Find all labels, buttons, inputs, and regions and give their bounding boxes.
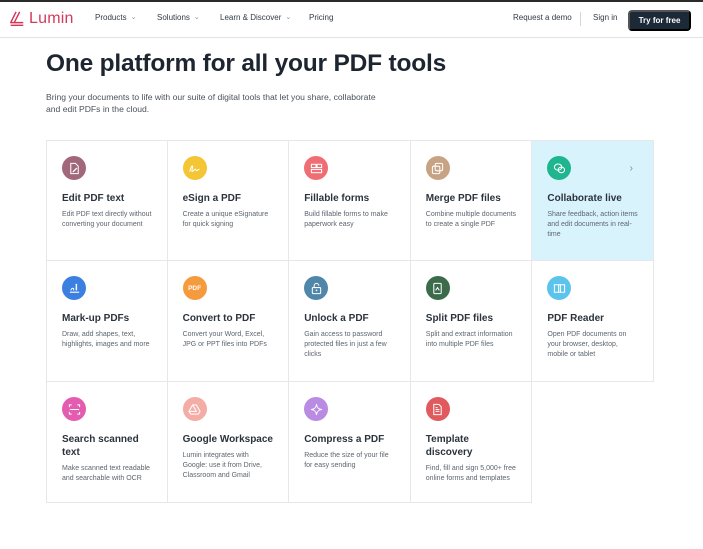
- tool-title: Search scanned text: [62, 434, 139, 458]
- nav-pricing-label: Pricing: [309, 13, 334, 22]
- scan-icon: [62, 397, 86, 421]
- tool-title: PDF Reader: [547, 313, 605, 324]
- tool-title: Edit PDF text: [62, 193, 125, 204]
- chevron-down-icon: ⌄: [285, 13, 292, 21]
- tool-description: Reduce the size of your file for easy se…: [304, 452, 389, 469]
- tool-card-esign-a-pdf[interactable]: eSign a PDF Create a unique eSignature fo…: [167, 140, 290, 261]
- tool-card-collaborate-live[interactable]: Collaborate live Share feedback, action i…: [532, 140, 654, 261]
- tool-card-merge-pdf-files[interactable]: Merge PDF files Combine multiple document…: [410, 140, 533, 261]
- brand-logo[interactable]: Lumin: [8, 10, 74, 28]
- tool-title: Compress a PDF: [304, 434, 385, 445]
- tool-description: Find, fill and sign 5,000+ free online f…: [425, 465, 516, 482]
- tool-card-template-discovery[interactable]: Template discovery Find, fill and sign 5,…: [410, 382, 533, 503]
- google-drive-icon: [182, 397, 207, 421]
- markup-icon: [62, 276, 86, 300]
- tool-description: Lumin integrates with Google: use it fro…: [182, 452, 262, 479]
- signature-icon: [182, 156, 207, 180]
- tool-title: eSign a PDF: [182, 193, 241, 204]
- tool-description: Edit PDF text directly without convertin…: [62, 211, 152, 228]
- page-subtitle: Bring your documents to life with our su…: [46, 92, 376, 114]
- tool-title: Fillable forms: [304, 193, 370, 204]
- nav-products-label: Products: [95, 13, 127, 22]
- tool-description: Share feedback, action items and edit do…: [547, 211, 638, 238]
- tool-card-edit-pdf-text[interactable]: Edit PDF text Edit PDF text directly with…: [46, 140, 168, 261]
- nav-learn-discover[interactable]: Learn & Discover ⌄: [220, 13, 291, 22]
- page-title: One platform for all your PDF tools: [46, 50, 447, 77]
- unlock-icon: [304, 276, 329, 300]
- tool-card-google-workspace[interactable]: Google Workspace Lumin integrates with Go…: [167, 382, 290, 503]
- tool-card-split-pdf-files[interactable]: Split PDF files Split and extract informa…: [410, 261, 533, 382]
- tool-card-convert-to-pdf[interactable]: PDF Convert to PDF Convert your Word, Exce…: [167, 261, 290, 382]
- tool-description: Make scanned text readable and searchabl…: [62, 465, 150, 482]
- template-icon: [425, 397, 450, 421]
- tool-title: Split PDF files: [425, 313, 494, 324]
- tool-description: Build fillable forms to make paperwork e…: [304, 211, 388, 228]
- nav-pricing[interactable]: Pricing: [309, 13, 333, 22]
- tools-grid: Edit PDF text Edit PDF text directly with…: [46, 140, 654, 503]
- tool-title: Google Workspace: [182, 434, 273, 445]
- tool-title: Merge PDF files: [425, 193, 501, 204]
- tool-card-mark-up-pdfs[interactable]: Mark-up PDFs Draw, add shapes, text, high…: [46, 261, 168, 382]
- tool-description: Convert your Word, Excel, JPG or PPT fil…: [182, 331, 267, 348]
- tool-card-fillable-forms[interactable]: Fillable forms Build fillable forms to ma…: [289, 140, 411, 261]
- book-icon: [547, 276, 572, 300]
- chat-bubbles-icon: [547, 156, 572, 180]
- pdf-convert-icon: PDF: [182, 276, 207, 300]
- request-demo-link[interactable]: Request a demo: [513, 13, 572, 22]
- brand-name: Lumin: [29, 10, 74, 27]
- nav-solutions[interactable]: Solutions ⌄: [157, 13, 200, 22]
- tool-card-search-scanned-text[interactable]: Search scanned text Make scanned text rea…: [46, 382, 168, 503]
- icon-label: PDF: [188, 284, 202, 292]
- tool-title: Collaborate live: [547, 193, 622, 204]
- nav-solutions-label: Solutions: [157, 13, 190, 22]
- sparkle-icon: [304, 397, 329, 421]
- tool-description: Gain access to password protected files …: [304, 331, 387, 358]
- tool-description: Draw, add shapes, text, highlights, imag…: [62, 331, 150, 348]
- tool-title: Convert to PDF: [182, 313, 256, 324]
- chevron-down-icon: ⌄: [130, 13, 137, 21]
- tool-card-unlock-a-pdf[interactable]: Unlock a PDF Gain access to password prot…: [289, 261, 411, 382]
- split-icon: [425, 276, 450, 300]
- form-icon: [304, 156, 329, 180]
- tool-description: Split and extract information into multi…: [425, 331, 513, 348]
- chevron-down-icon: ⌄: [193, 13, 200, 21]
- tool-card-compress-a-pdf[interactable]: Compress a PDF Reduce the size of your fi…: [289, 382, 411, 503]
- nav-learn-discover-label: Learn & Discover: [220, 13, 282, 22]
- tool-card-pdf-reader[interactable]: PDF Reader Open PDF documents on your bro…: [532, 261, 654, 382]
- top-navigation: Lumin Products ⌄ Solutions ⌄ Learn & Dis…: [0, 2, 703, 38]
- chevron-right-icon[interactable]: ›: [630, 163, 633, 174]
- tool-description: Combine multiple documents to create a s…: [425, 211, 517, 228]
- nav-products[interactable]: Products ⌄: [95, 13, 136, 22]
- tool-description: Create a unique eSignature for quick sig…: [182, 211, 269, 228]
- lumin-logo-icon: [9, 11, 24, 27]
- tool-title: Unlock a PDF: [304, 313, 369, 324]
- merge-icon: [425, 156, 450, 180]
- nav-divider: [580, 12, 581, 26]
- edit-document-icon: [62, 156, 86, 180]
- tool-title: Mark-up PDFs: [62, 313, 130, 324]
- sign-in-link[interactable]: Sign in: [593, 13, 617, 22]
- tool-title: Template discovery: [425, 434, 473, 458]
- try-for-free-button[interactable]: Try for free: [628, 10, 691, 31]
- tool-description: Open PDF documents on your browser, desk…: [547, 331, 627, 358]
